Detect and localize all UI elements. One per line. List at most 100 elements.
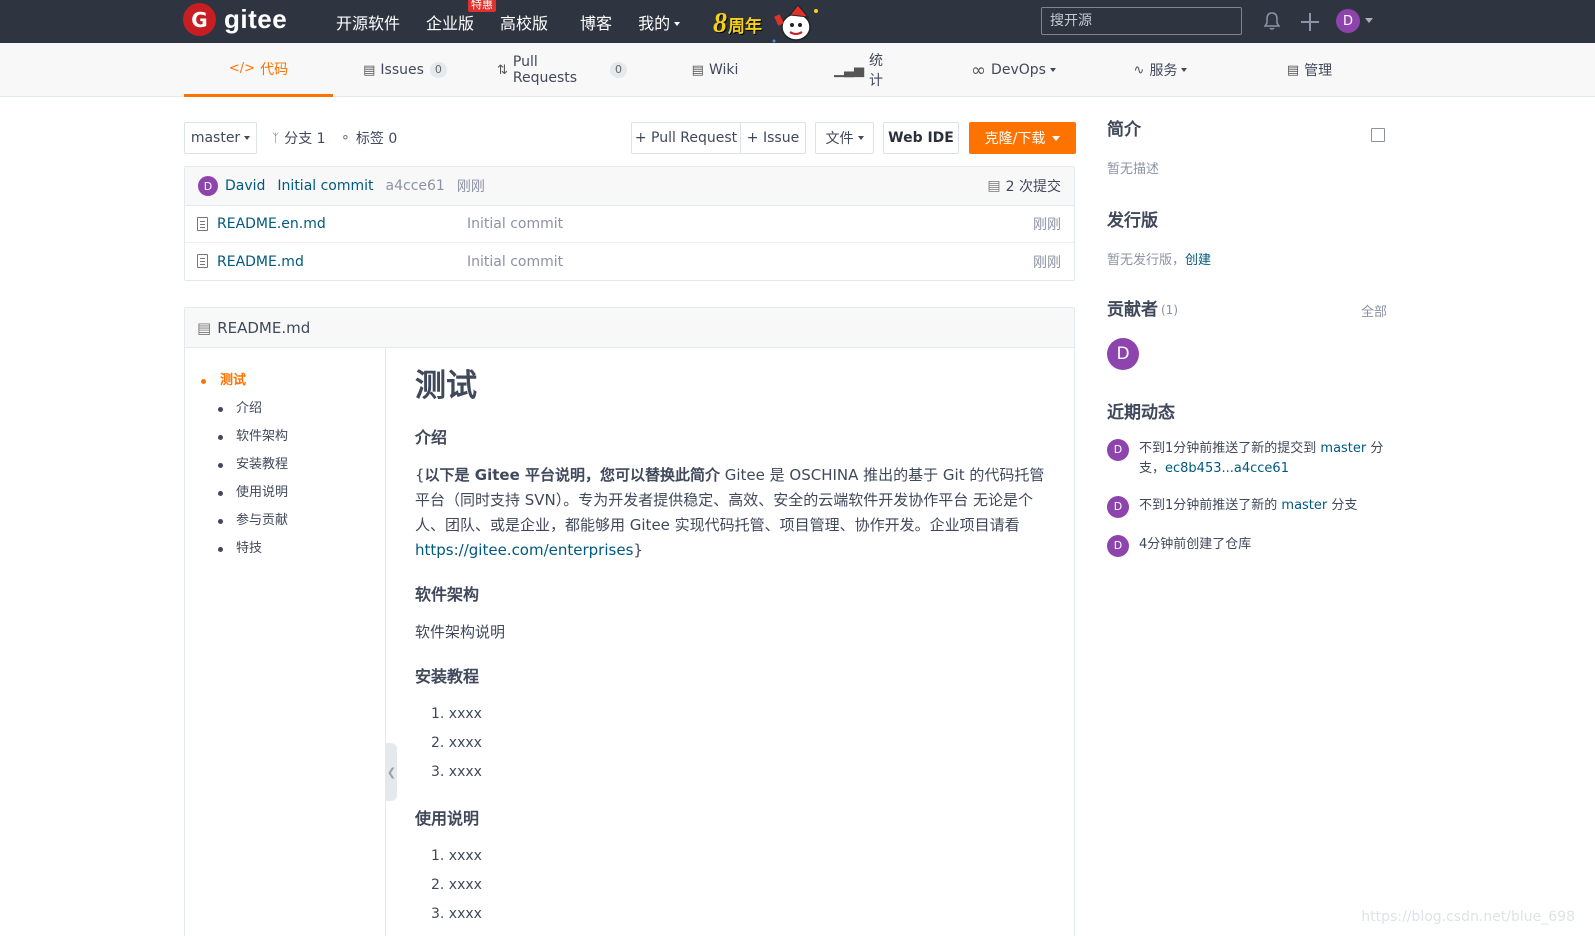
activity-title: 近期动态 bbox=[1107, 403, 1175, 423]
file-icon bbox=[197, 217, 208, 231]
new-issue-button[interactable]: + Issue bbox=[740, 122, 806, 154]
file-time: 刚刚 bbox=[1033, 217, 1061, 233]
activity-branch-link[interactable]: master bbox=[1281, 498, 1327, 513]
branch-selector[interactable]: master bbox=[184, 122, 257, 154]
chevron-down-icon bbox=[857, 136, 864, 140]
file-icon: ▤ bbox=[197, 318, 212, 337]
anniversary-banner[interactable]: 8 周年 bbox=[713, 3, 828, 45]
chart-icon: ▁▃▅ bbox=[834, 62, 864, 78]
list-item: D 4分钟前创建了仓库 bbox=[1107, 535, 1387, 557]
toc-item[interactable]: 使用说明 bbox=[185, 479, 385, 507]
tab-issues[interactable]: ▤ Issues 0 bbox=[360, 43, 450, 97]
toc-collapse-handle[interactable]: ❮ bbox=[386, 743, 397, 801]
anniversary-number: 8 bbox=[713, 8, 727, 39]
avatar[interactable]: D bbox=[1107, 535, 1129, 557]
intro-description: 暂无描述 bbox=[1107, 162, 1160, 177]
nav-mine-label: 我的 bbox=[638, 13, 671, 33]
release-title: 发行版 bbox=[1107, 211, 1158, 231]
table-row[interactable]: README.en.md Initial commit 刚刚 bbox=[185, 206, 1074, 243]
clone-download-button[interactable]: 克隆/下载 bbox=[969, 122, 1076, 154]
commit-count-link[interactable]: ▤ 2 次提交 bbox=[987, 176, 1061, 196]
tab-wiki[interactable]: ▤ Wiki bbox=[685, 43, 745, 97]
enterprise-link[interactable]: https://gitee.com/enterprises bbox=[415, 541, 633, 559]
usage-steps: 1. xxxx 2. xxxx 3. xxxx bbox=[415, 842, 1045, 929]
tab-manage[interactable]: ▤ 管理 bbox=[1282, 43, 1337, 97]
tab-stats-label: 统计 bbox=[869, 53, 883, 89]
file-commit-message[interactable]: Initial commit bbox=[467, 254, 563, 270]
bell-icon[interactable] bbox=[1262, 11, 1282, 31]
repo-tabs: </> 代码 ▤ Issues 0 ⇅ Pull Requests 0 ▤ Wiki ▁▃▅… bbox=[0, 43, 1595, 97]
commits-icon: ▤ bbox=[987, 178, 1001, 194]
toc-item[interactable]: 软件架构 bbox=[185, 423, 385, 451]
tab-code[interactable]: </> 代码 bbox=[184, 43, 333, 97]
chevron-down-icon bbox=[244, 136, 251, 140]
gitee-logo[interactable]: G gitee bbox=[183, 3, 287, 36]
branches-link[interactable]: ᛉ 分支 1 bbox=[272, 128, 326, 148]
top-navbar: G gitee 开源软件 企业版 特惠 高校版 博客 我的 8 周年 搜开源 D bbox=[0, 0, 1595, 43]
avatar[interactable]: D bbox=[198, 176, 218, 196]
commit-message[interactable]: Initial commit bbox=[277, 178, 373, 194]
activity-commit-range-link[interactable]: ec8b453...a4cce61 bbox=[1165, 461, 1289, 476]
readme-panel: ▤ README.md 测试 介绍 软件架构 安装教程 使用说明 参与贡献 特技… bbox=[184, 307, 1075, 936]
nav-mine[interactable]: 我的 bbox=[638, 10, 681, 34]
intro-bold: 以下是 Gitee 平台说明，您可以替换此简介 bbox=[424, 466, 720, 484]
tags-link[interactable]: ⚬ 标签 0 bbox=[340, 128, 397, 148]
top-nav: 开源软件 企业版 特惠 高校版 博客 我的 bbox=[336, 0, 706, 43]
chevron-down-icon bbox=[1181, 68, 1188, 72]
table-row[interactable]: README.md Initial commit 刚刚 bbox=[185, 243, 1074, 280]
contributors-header: 贡献者 (1) 全部 bbox=[1107, 298, 1387, 322]
commit-hash[interactable]: a4cce61 bbox=[386, 178, 445, 194]
readme-title: 测试 bbox=[415, 368, 477, 404]
tab-pull-requests[interactable]: ⇅ Pull Requests 0 bbox=[497, 43, 627, 97]
intro-close-brace: } bbox=[633, 541, 643, 559]
tab-services-label: 服务 bbox=[1149, 63, 1178, 79]
architecture-text: 软件架构说明 bbox=[415, 623, 506, 641]
web-ide-button[interactable]: Web IDE bbox=[883, 122, 959, 154]
plus-icon[interactable] bbox=[1299, 11, 1321, 33]
activity-desc: 4分钟前创建了仓库 bbox=[1139, 537, 1252, 552]
tab-services[interactable]: ∿ 服务 bbox=[1128, 43, 1193, 97]
nav-enterprise[interactable]: 企业版 特惠 bbox=[426, 0, 497, 34]
list-item: D 不到1分钟前推送了新的提交到 master 分支，ec8b453...a4c… bbox=[1107, 439, 1387, 479]
search-input[interactable]: 搜开源 bbox=[1041, 7, 1242, 35]
activity-text: 不到1分钟前推送了新的提交到 master 分支，ec8b453...a4cce… bbox=[1139, 439, 1384, 479]
toc-item[interactable]: 参与贡献 bbox=[185, 507, 385, 535]
nav-blog[interactable]: 博客 bbox=[580, 10, 612, 34]
avatar[interactable]: D bbox=[1107, 338, 1139, 370]
user-avatar[interactable]: D bbox=[1336, 9, 1360, 33]
settings-doc-icon: ▤ bbox=[1286, 62, 1300, 78]
file-name[interactable]: README.en.md bbox=[217, 216, 326, 232]
tab-devops[interactable]: ∞ DevOps bbox=[966, 43, 1061, 97]
chevron-left-icon: ❮ bbox=[386, 765, 397, 779]
nav-open-source[interactable]: 开源软件 bbox=[336, 10, 400, 34]
new-pull-request-button[interactable]: + Pull Request bbox=[631, 122, 741, 154]
tab-issues-label: Issues bbox=[380, 62, 424, 78]
toc-item[interactable]: 安装教程 bbox=[185, 451, 385, 479]
avatar[interactable]: D bbox=[1107, 439, 1129, 461]
pull-request-icon: ⇅ bbox=[497, 62, 508, 78]
toc-item[interactable]: 测试 bbox=[185, 367, 385, 395]
create-release-link[interactable]: 创建 bbox=[1185, 253, 1211, 268]
commit-author[interactable]: David bbox=[225, 178, 265, 194]
tab-code-label: 代码 bbox=[260, 61, 289, 78]
nav-education[interactable]: 高校版 bbox=[500, 10, 548, 34]
repo-sidebar: 简介 暂无描述 发行版 暂无发行版，创建 贡献者 (1) 全部 D 近期动态 D… bbox=[1107, 118, 1387, 557]
activity-branch-link[interactable]: master bbox=[1320, 441, 1366, 456]
toc-item[interactable]: 特技 bbox=[185, 535, 385, 563]
readme-header: ▤ README.md bbox=[185, 308, 1074, 348]
heading-architecture: 软件架构 bbox=[415, 585, 480, 604]
toc-item[interactable]: 介绍 bbox=[185, 395, 385, 423]
file-icon bbox=[197, 254, 208, 268]
file-menu-label: 文件 bbox=[825, 131, 854, 147]
tab-manage-label: 管理 bbox=[1304, 63, 1333, 79]
file-commit-message[interactable]: Initial commit bbox=[467, 216, 563, 232]
list-item: 2. xxxx bbox=[431, 877, 482, 893]
avatar[interactable]: D bbox=[1107, 496, 1129, 518]
tab-stats[interactable]: ▁▃▅ 统计 bbox=[834, 43, 894, 97]
chevron-down-icon[interactable] bbox=[1365, 18, 1373, 23]
infinity-icon: ∞ bbox=[971, 59, 987, 81]
file-name[interactable]: README.md bbox=[217, 254, 304, 270]
file-menu-button[interactable]: 文件 bbox=[815, 122, 874, 154]
edit-icon[interactable] bbox=[1371, 128, 1385, 142]
contributors-all-link[interactable]: 全部 bbox=[1361, 301, 1387, 320]
